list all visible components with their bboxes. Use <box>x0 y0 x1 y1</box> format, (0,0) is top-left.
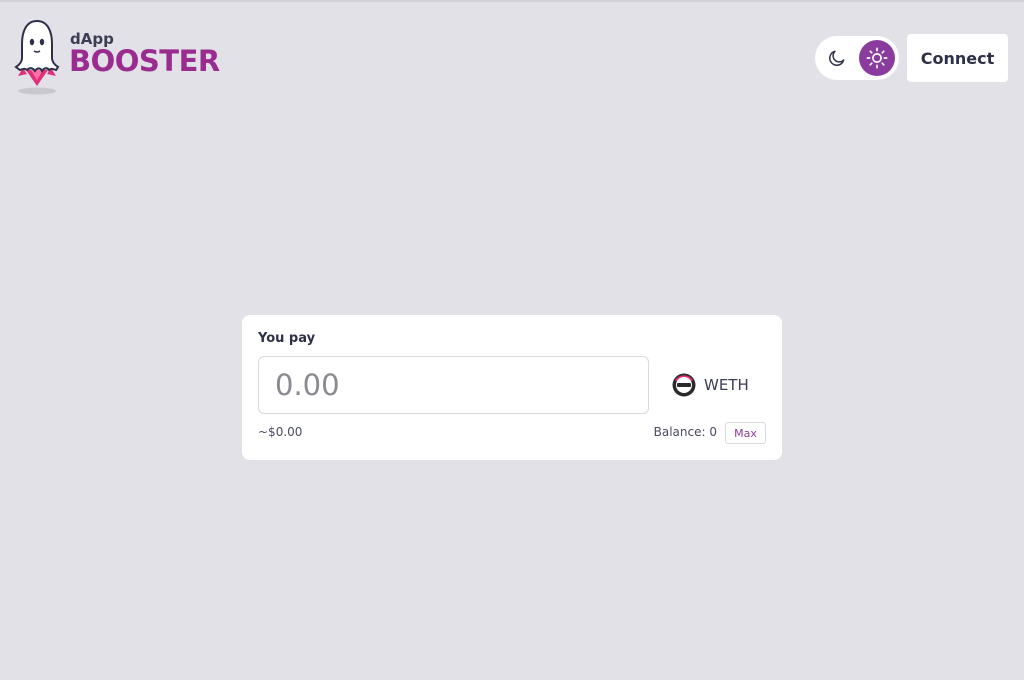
ghost-rocket-icon <box>14 19 60 95</box>
dark-mode-button[interactable] <box>819 40 855 76</box>
token-input-card: You pay WETH ~$0.00 Balance: 0 Max <box>242 315 782 460</box>
max-button[interactable]: Max <box>725 422 766 444</box>
weth-token-icon <box>672 373 696 397</box>
top-divider <box>0 0 1024 2</box>
theme-toggle <box>815 36 899 80</box>
token-selector-button[interactable]: WETH <box>662 367 766 403</box>
light-mode-button[interactable] <box>859 40 895 76</box>
logo-text-booster: BOOSTER <box>69 44 220 78</box>
moon-icon <box>829 50 845 66</box>
you-pay-label: You pay <box>258 331 316 346</box>
page: dApp BOOSTER Connect You pay 0.00 WETH ~… <box>0 0 1024 680</box>
token-balance: Balance: 0 <box>653 425 717 439</box>
amount-input[interactable] <box>258 356 649 414</box>
token-symbol: WETH <box>704 376 749 394</box>
usd-value: ~$0.00 <box>258 425 303 439</box>
dapp-booster-logo[interactable]: dApp BOOSTER <box>14 18 220 98</box>
connect-wallet-button[interactable]: Connect <box>907 34 1008 82</box>
sun-icon <box>866 47 888 69</box>
